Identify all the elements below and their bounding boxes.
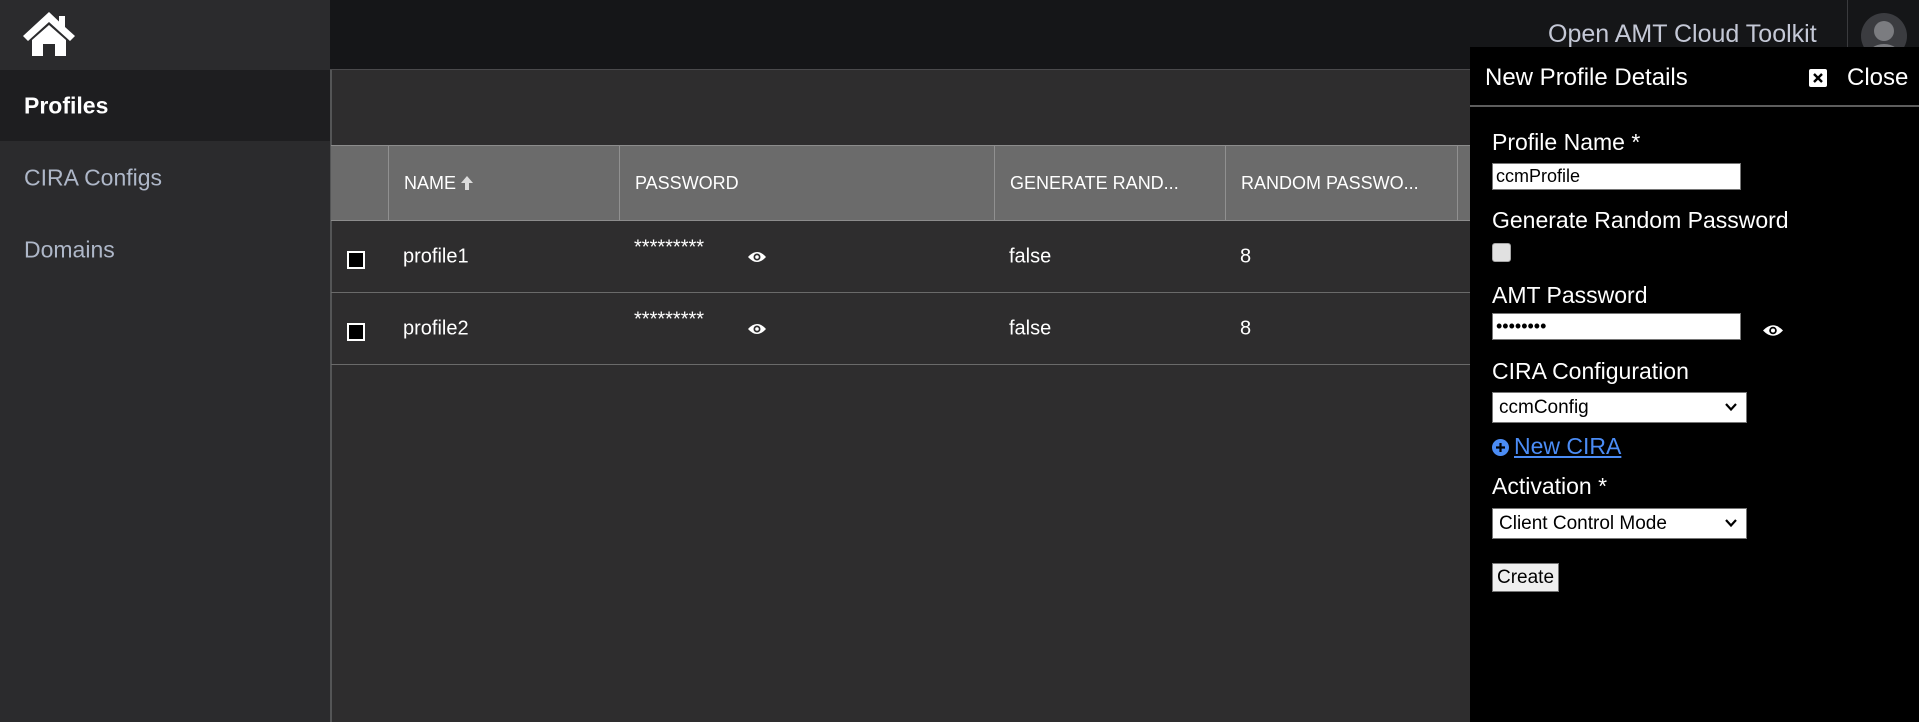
table-row[interactable]: profile2 ********* false 8 <box>331 293 1471 365</box>
sidebar-item-cira-configs[interactable]: CIRA Configs <box>0 142 330 213</box>
new-profile-drawer: New Profile Details Close Profile Name *… <box>1470 47 1919 722</box>
row-name: profile1 <box>403 245 469 267</box>
column-header-label: NAME <box>404 173 457 193</box>
cira-configuration-label: CIRA Configuration <box>1492 358 1689 384</box>
column-header-label: GENERATE RAND... <box>1010 173 1179 193</box>
home-icon[interactable] <box>21 10 77 58</box>
select-column-header <box>331 146 388 220</box>
column-header-label: RANDOM PASSWO... <box>1241 173 1419 193</box>
chevron-down-icon <box>1725 519 1737 528</box>
sidebar-item-label: CIRA Configs <box>24 164 163 190</box>
profiles-table: NAME PASSWORD GENERATE RAND... RANDOM PA… <box>331 145 1471 365</box>
profile-name-label: Profile Name * <box>1492 129 1641 155</box>
new-cira-link[interactable]: New CIRA <box>1492 433 1632 461</box>
sidebar-item-label: Profiles <box>24 92 109 118</box>
eye-icon[interactable] <box>747 322 767 336</box>
home-area <box>0 0 330 70</box>
drawer-header: New Profile Details Close <box>1470 47 1919 107</box>
row-generate-random: false <box>1009 245 1052 267</box>
profile-name-input[interactable] <box>1492 163 1741 190</box>
generate-random-checkbox[interactable] <box>1492 243 1511 262</box>
eye-icon[interactable] <box>747 250 767 264</box>
sidebar: Profiles CIRA Configs Domains <box>0 70 330 722</box>
row-random-password-length: 8 <box>1240 317 1252 339</box>
amt-password-label: AMT Password <box>1492 282 1648 308</box>
generate-random-label: Generate Random Password <box>1492 207 1789 233</box>
main-top-line <box>330 69 1470 70</box>
sort-ascending-icon <box>461 176 473 190</box>
column-header-random-password[interactable]: RANDOM PASSWO... <box>1225 146 1457 220</box>
cira-configuration-value: ccmConfig <box>1499 397 1589 418</box>
row-checkbox[interactable] <box>347 323 365 341</box>
column-header-generate-random[interactable]: GENERATE RAND... <box>994 146 1225 220</box>
activation-select[interactable]: Client Control Mode <box>1492 508 1747 539</box>
row-generate-random: false <box>1009 317 1052 339</box>
sidebar-item-label: Domains <box>24 236 115 262</box>
column-header-next <box>1457 146 1471 220</box>
drawer-title: New Profile Details <box>1485 64 1688 91</box>
sidebar-item-domains[interactable]: Domains <box>0 214 330 285</box>
close-icon[interactable] <box>1809 69 1827 87</box>
close-button[interactable]: Close <box>1809 62 1913 92</box>
chevron-down-icon <box>1725 403 1737 412</box>
cira-configuration-select[interactable]: ccmConfig <box>1492 392 1747 423</box>
plus-circle-icon <box>1492 439 1509 456</box>
row-name: profile2 <box>403 317 469 339</box>
row-password: ********* <box>634 308 705 331</box>
activation-value: Client Control Mode <box>1499 513 1667 534</box>
sidebar-item-profiles[interactable]: Profiles <box>0 70 330 141</box>
column-header-password[interactable]: PASSWORD <box>619 146 994 220</box>
row-password: ********* <box>634 236 705 259</box>
column-header-name[interactable]: NAME <box>388 146 619 220</box>
table-header: NAME PASSWORD GENERATE RAND... RANDOM PA… <box>331 145 1471 221</box>
row-random-password-length: 8 <box>1240 245 1252 267</box>
column-header-label: PASSWORD <box>635 173 739 193</box>
table-row[interactable]: profile1 ********* false 8 <box>331 221 1471 293</box>
new-cira-label: New CIRA <box>1514 433 1622 459</box>
activation-label: Activation * <box>1492 473 1608 499</box>
amt-password-input[interactable] <box>1492 313 1741 340</box>
app-title: Open AMT Cloud Toolkit <box>1548 20 1817 48</box>
create-button[interactable]: Create <box>1492 563 1559 592</box>
row-checkbox[interactable] <box>347 251 365 269</box>
eye-icon[interactable] <box>1762 323 1784 338</box>
close-label: Close <box>1847 64 1909 91</box>
